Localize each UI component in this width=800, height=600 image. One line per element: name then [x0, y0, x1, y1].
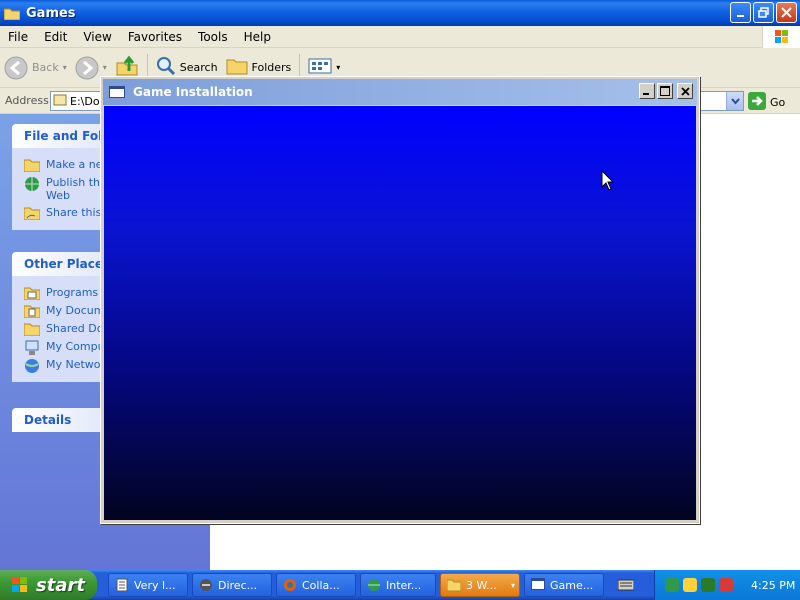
- taskbar-button-label: 3 W...: [466, 578, 497, 592]
- game-installation-window: Game Installation: [100, 76, 700, 524]
- windows-flag-icon: [10, 575, 30, 595]
- taskbar-button-label: Very l...: [134, 578, 176, 592]
- folders-label: Folders: [251, 61, 292, 74]
- start-label: start: [36, 574, 85, 596]
- folders-icon: [226, 57, 248, 78]
- programs-folder-icon: [23, 286, 41, 301]
- menu-file[interactable]: File: [0, 26, 36, 48]
- close-button[interactable]: [776, 2, 797, 23]
- document-icon: [115, 578, 129, 592]
- taskbar-button-label: Direc...: [218, 578, 258, 592]
- menu-favorites[interactable]: Favorites: [120, 26, 190, 48]
- menu-help[interactable]: Help: [236, 26, 279, 48]
- taskbar-button-windows-group[interactable]: 3 W... ▾: [440, 573, 520, 597]
- new-folder-icon: [23, 158, 41, 173]
- window-title: Games: [26, 5, 76, 21]
- menu-tools[interactable]: Tools: [190, 26, 236, 48]
- taskbar-button-label: Game...: [550, 578, 594, 592]
- game-window-title-bar[interactable]: Game Installation: [103, 79, 697, 105]
- task-link-label: Shared Do: [46, 322, 104, 335]
- address-folder-icon: [53, 94, 67, 109]
- mouse-cursor-icon: [601, 169, 615, 195]
- task-link-label: Make a ne: [46, 158, 103, 171]
- taskbar-button-inter[interactable]: Inter...: [360, 573, 436, 597]
- game-close-button[interactable]: [677, 83, 693, 99]
- back-arrow-icon: [4, 56, 28, 80]
- task-link-label: My Compu: [46, 340, 105, 353]
- start-button[interactable]: start: [0, 570, 97, 600]
- game-maximize-button[interactable]: [657, 83, 673, 99]
- windows-logo-icon: [762, 26, 800, 48]
- system-tray: 4:25 PM: [654, 570, 800, 600]
- taskbar-button-direc[interactable]: Direc...: [192, 573, 272, 597]
- menu-bar: File Edit View Favorites Tools Help: [0, 26, 800, 48]
- views-dropdown-icon: ▾: [336, 63, 341, 72]
- window-app-icon: [109, 86, 125, 98]
- network-globe-icon: [24, 358, 40, 373]
- go-arrow-icon: [748, 92, 766, 113]
- alert-shield-icon[interactable]: [719, 578, 733, 592]
- game-window-title: Game Installation: [133, 85, 253, 99]
- internet-globe-icon: [367, 578, 381, 592]
- task-link-label: Programs: [46, 286, 99, 299]
- group-dropdown-icon: ▾: [510, 580, 515, 590]
- go-label: Go: [770, 96, 786, 109]
- minimize-button[interactable]: [730, 2, 751, 23]
- back-dropdown-icon[interactable]: ▾: [63, 63, 67, 72]
- task-link-label: My Networ: [46, 358, 106, 371]
- firefox-icon: [283, 578, 297, 592]
- directx-icon: [199, 578, 213, 592]
- menu-view[interactable]: View: [75, 26, 119, 48]
- taskbar-button-label: Colla...: [302, 578, 340, 592]
- taskbar-button-very[interactable]: Very l...: [108, 573, 188, 597]
- taskbar-button-colla[interactable]: Colla...: [276, 573, 356, 597]
- views-icon: [308, 57, 332, 78]
- network-tray-icon[interactable]: [665, 578, 679, 592]
- my-documents-icon: [23, 304, 41, 319]
- share-folder-icon: [23, 206, 41, 221]
- back-label: Back: [32, 61, 59, 74]
- menu-edit[interactable]: Edit: [36, 26, 75, 48]
- computer-icon: [24, 340, 40, 355]
- task-link-label: Share this: [46, 206, 102, 219]
- language-bar-icon[interactable]: [617, 578, 635, 595]
- search-label: Search: [179, 61, 218, 74]
- address-label: Address: [5, 94, 49, 107]
- game-minimize-button[interactable]: [639, 83, 655, 99]
- explorer-title-bar[interactable]: Games: [0, 0, 800, 26]
- taskbar: start Very l... Direc... Colla... Inter.…: [0, 570, 800, 600]
- folder-group-icon: [446, 578, 462, 592]
- antivirus-tray-icon[interactable]: [701, 578, 715, 592]
- back-button[interactable]: Back ▾: [0, 51, 71, 85]
- address-dropdown-icon[interactable]: [726, 92, 743, 110]
- taskbar-button-label: Inter...: [386, 578, 422, 592]
- clock[interactable]: 4:25 PM: [751, 579, 795, 592]
- forward-arrow-icon: [75, 56, 99, 80]
- game-content-area[interactable]: [104, 106, 696, 520]
- folder-icon: [3, 7, 21, 20]
- globe-icon: [24, 176, 40, 191]
- window-icon: [531, 578, 545, 592]
- go-button[interactable]: Go: [748, 92, 785, 113]
- address-value: E:\Do: [70, 94, 100, 108]
- security-shield-icon[interactable]: [683, 578, 697, 592]
- forward-dropdown-icon[interactable]: ▾: [103, 63, 107, 72]
- taskbar-button-game[interactable]: Game...: [524, 573, 604, 597]
- shared-folder-icon: [23, 322, 41, 337]
- restore-button[interactable]: [753, 2, 774, 23]
